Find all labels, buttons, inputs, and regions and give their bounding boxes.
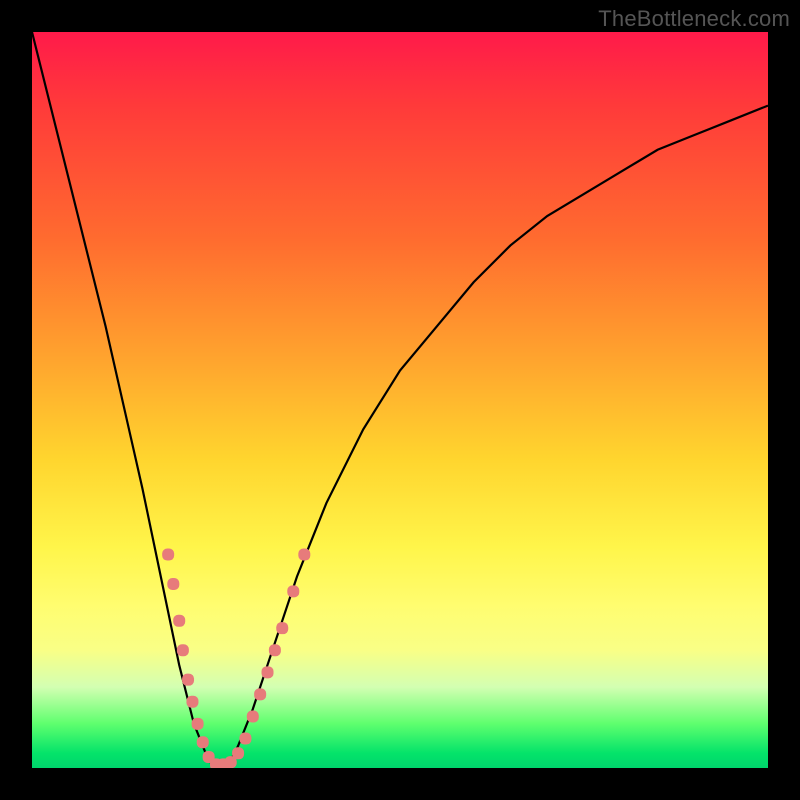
marker-dot [262, 666, 274, 678]
marker-dot [186, 696, 198, 708]
marker-dot [232, 747, 244, 759]
marker-dot [177, 644, 189, 656]
marker-dot [167, 578, 179, 590]
highlighted-points [162, 549, 310, 768]
curve-line [32, 32, 768, 768]
marker-dot [197, 736, 209, 748]
marker-dot [182, 674, 194, 686]
attribution-text: TheBottleneck.com [598, 6, 790, 32]
bottleneck-curve [32, 32, 768, 768]
plot-area [32, 32, 768, 768]
marker-dot [254, 688, 266, 700]
marker-dot [276, 622, 288, 634]
marker-dot [162, 549, 174, 561]
marker-dot [298, 549, 310, 561]
marker-dot [269, 644, 281, 656]
chart-frame: TheBottleneck.com [0, 0, 800, 800]
marker-dot [287, 585, 299, 597]
marker-dot [247, 710, 259, 722]
marker-dot [239, 733, 251, 745]
marker-dot [192, 718, 204, 730]
chart-svg [32, 32, 768, 768]
marker-dot [173, 615, 185, 627]
